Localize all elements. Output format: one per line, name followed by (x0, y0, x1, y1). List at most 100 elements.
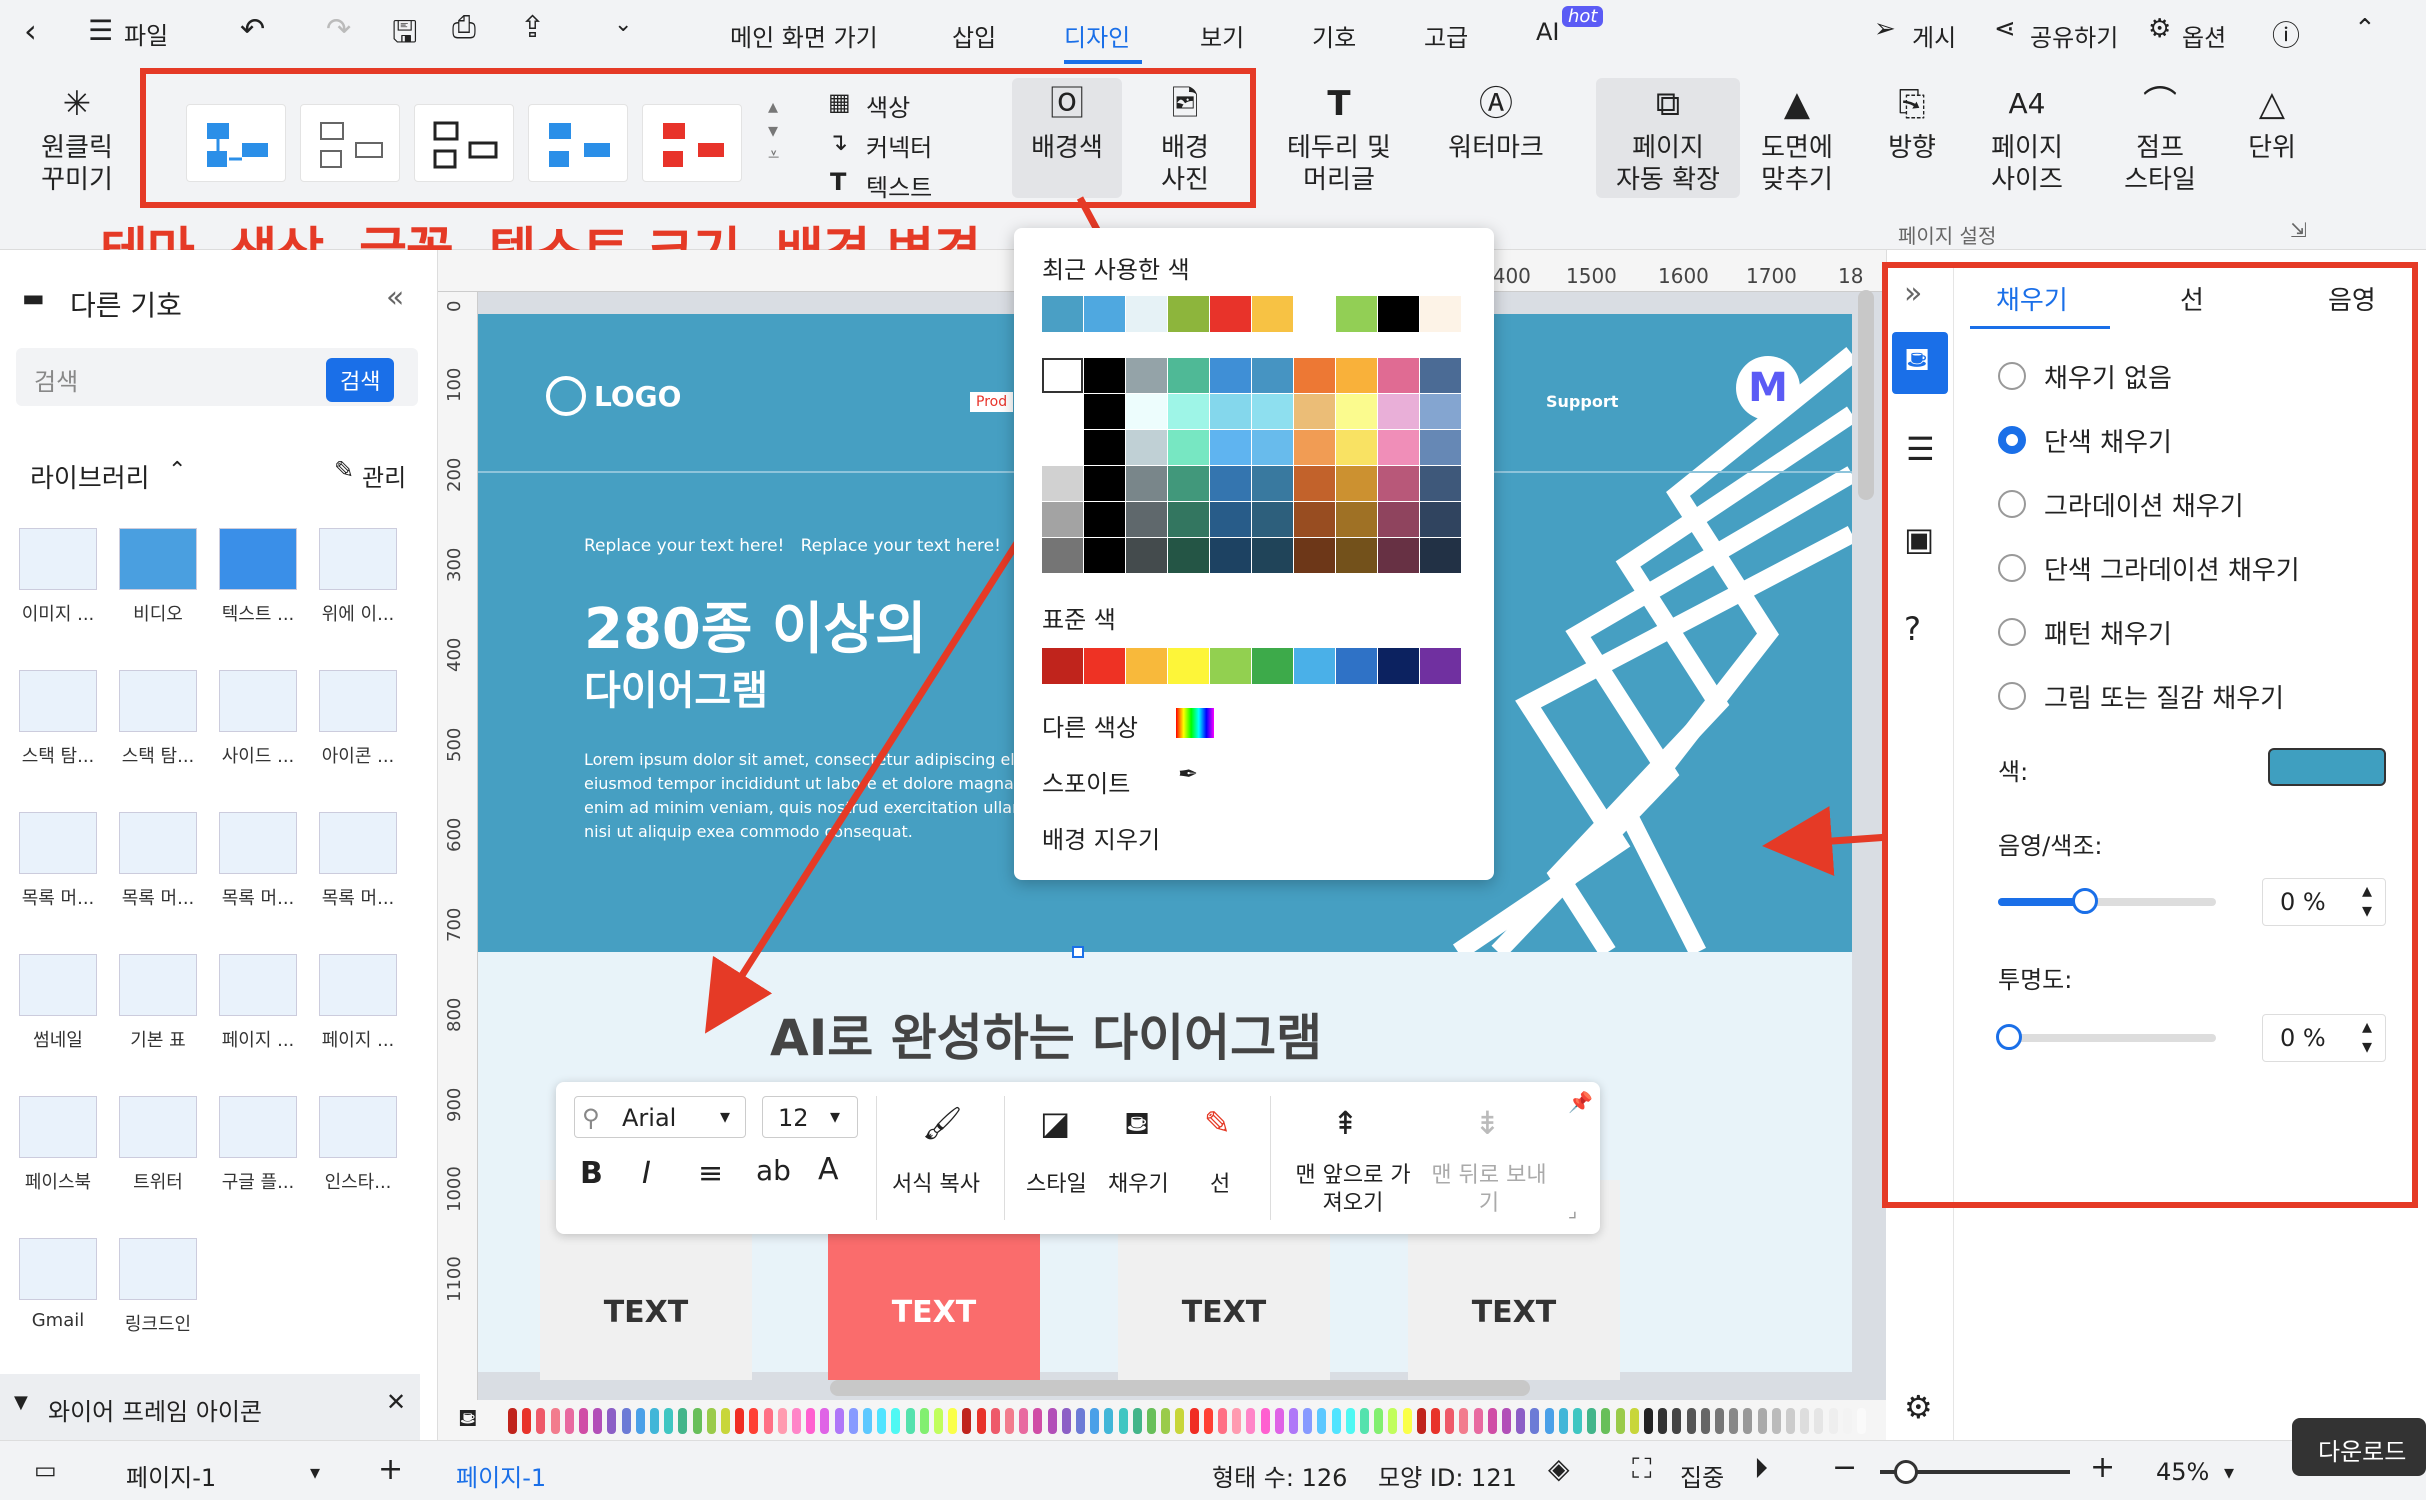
quick-color-chip[interactable] (1260, 1408, 1270, 1434)
theme-color-swatch[interactable] (1168, 466, 1209, 501)
quick-color-chip[interactable] (564, 1408, 574, 1434)
zoom-out-icon[interactable]: − (1832, 1450, 1857, 1485)
quick-color-chip[interactable] (1374, 1408, 1384, 1434)
quick-color-chip[interactable] (706, 1408, 716, 1434)
fill-button[interactable]: 채우기 (1108, 1166, 1169, 1198)
menu-symbol[interactable]: 기호 (1312, 18, 1356, 53)
page-select[interactable]: 페이지-1 (126, 1458, 216, 1493)
library-item[interactable]: 비디오 (108, 528, 208, 626)
quick-color-chip[interactable] (962, 1408, 972, 1434)
library-item[interactable]: 목록 머... (208, 812, 308, 910)
quick-color-chip[interactable] (1274, 1408, 1284, 1434)
quick-color-chip[interactable] (749, 1408, 759, 1434)
quick-color-chip[interactable] (1857, 1408, 1866, 1434)
zoom-value[interactable]: 45% (2156, 1458, 2209, 1486)
format-copy-button[interactable]: 서식 복사 (892, 1166, 980, 1198)
theme-color-swatch[interactable] (1252, 502, 1293, 537)
theme-color-swatch[interactable] (1042, 538, 1083, 573)
bold-icon[interactable]: B (580, 1156, 603, 1191)
color-swatch[interactable] (1420, 296, 1462, 332)
quick-color-chip[interactable] (1771, 1408, 1781, 1434)
save-icon[interactable]: 🖫 (392, 10, 418, 61)
color-swatch[interactable] (1126, 648, 1168, 684)
quick-color-chip[interactable] (919, 1408, 929, 1434)
color-swatch[interactable] (1042, 296, 1084, 332)
quick-color-chip[interactable] (1147, 1408, 1156, 1434)
quick-color-chip[interactable] (792, 1408, 801, 1434)
theme-color-swatch[interactable] (1126, 466, 1167, 501)
quick-color-chip[interactable] (1132, 1408, 1142, 1434)
menu-advanced[interactable]: 고급 (1424, 18, 1468, 53)
quick-color-chip[interactable] (1047, 1408, 1057, 1434)
theme-color-swatch[interactable] (1084, 538, 1125, 573)
zoom-in-icon[interactable]: + (2090, 1450, 2115, 1485)
page-size-button[interactable]: A4 페이지 사이즈 (1962, 88, 2092, 196)
settings-rail-icon[interactable]: ⚙ (1904, 1388, 1933, 1426)
more-colors-button[interactable]: 다른 색상 (1042, 708, 1138, 743)
quick-color-chip[interactable] (1189, 1408, 1199, 1434)
library-item[interactable]: 페이지 ... (208, 954, 308, 1052)
quick-color-chip[interactable] (508, 1408, 517, 1434)
export-icon[interactable]: ⇪ (520, 10, 545, 45)
menu-home[interactable]: 메인 화면 가기 (730, 18, 878, 53)
quick-color-chip[interactable] (1814, 1408, 1824, 1434)
library-item[interactable]: 기본 표 (108, 954, 208, 1052)
quick-color-chip[interactable] (848, 1408, 858, 1434)
theme-color-swatch[interactable] (1042, 466, 1083, 501)
theme-color-swatch[interactable] (1252, 394, 1293, 429)
help-icon[interactable]: ⓘ (2272, 14, 2300, 54)
theme-color-swatch[interactable] (1126, 502, 1167, 537)
theme-color-swatch[interactable] (1042, 394, 1083, 429)
theme-color-swatch[interactable] (1084, 502, 1125, 537)
quick-color-chip[interactable] (1317, 1408, 1327, 1434)
quick-color-chip[interactable] (1331, 1408, 1341, 1434)
zoom-dropdown-icon[interactable]: ▾ (2224, 1460, 2234, 1484)
quick-color-chip[interactable] (1573, 1408, 1582, 1434)
focus-button[interactable]: 집중 (1680, 1458, 1724, 1493)
share-button[interactable]: 공유하기 (2030, 18, 2118, 53)
theme-color-swatch[interactable] (1210, 502, 1251, 537)
theme-color-swatch[interactable] (1336, 538, 1377, 573)
theme-color-swatch[interactable] (1252, 358, 1293, 393)
post-button[interactable]: 게시 (1912, 18, 1956, 53)
quick-color-chip[interactable] (579, 1408, 588, 1434)
collapse-icon[interactable]: ⌃ (2354, 14, 2376, 44)
file-menu[interactable]: 파일 (124, 16, 168, 51)
quick-color-chip[interactable] (1345, 1408, 1355, 1434)
library-item[interactable]: 인스타... (308, 1096, 408, 1194)
theme-color-swatch[interactable] (1378, 358, 1419, 393)
menu-insert[interactable]: 삽입 (952, 18, 996, 53)
quick-color-chip[interactable] (635, 1408, 645, 1434)
theme-color-swatch[interactable] (1210, 538, 1251, 573)
quick-color-chip[interactable] (1289, 1408, 1298, 1434)
menu-ai[interactable]: AI (1536, 18, 1560, 46)
line-button[interactable]: 선 (1210, 1166, 1230, 1198)
quick-color-chip[interactable] (1558, 1408, 1568, 1434)
theme-color-swatch[interactable] (1084, 466, 1125, 501)
manage-button[interactable]: 관리 (362, 458, 406, 493)
fit-to-drawing-button[interactable]: ▲ 도면에 맞추기 (1742, 87, 1852, 196)
style-button[interactable]: 스타일 (1026, 1166, 1087, 1198)
theme-color-swatch[interactable] (1294, 358, 1335, 393)
page-tab[interactable]: 페이지-1 (456, 1458, 546, 1493)
theme-color-swatch[interactable] (1210, 394, 1251, 429)
color-swatch[interactable] (1294, 648, 1336, 684)
theme-color-swatch[interactable] (1420, 394, 1461, 429)
theme-color-swatch[interactable] (1420, 358, 1461, 393)
quick-color-chip[interactable] (692, 1408, 702, 1434)
quick-color-chip[interactable] (1445, 1408, 1455, 1434)
more-icon[interactable]: ⌄ (614, 12, 632, 37)
add-page-icon[interactable]: + (378, 1452, 403, 1487)
eyedropper-button[interactable]: 스포이트 (1042, 764, 1130, 799)
library-item[interactable]: 페이스북 (8, 1096, 108, 1194)
theme-color-swatch[interactable] (1084, 430, 1125, 465)
theme-color-swatch[interactable] (1336, 502, 1377, 537)
fill-strip-icon[interactable]: ⛾ (458, 1404, 478, 1435)
watermark-button[interactable]: Ⓐ 워터마크 (1436, 87, 1556, 164)
quick-color-chip[interactable] (1104, 1408, 1114, 1434)
quick-color-chip[interactable] (1544, 1408, 1554, 1434)
quick-color-chip[interactable] (806, 1408, 816, 1434)
color-swatch[interactable] (1168, 296, 1210, 332)
quick-color-chip[interactable] (777, 1408, 787, 1434)
theme-color-swatch[interactable] (1420, 430, 1461, 465)
